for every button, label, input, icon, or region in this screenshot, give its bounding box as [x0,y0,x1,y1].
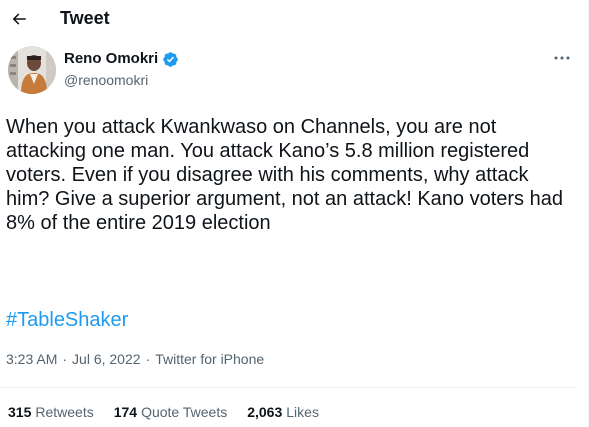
page-header: Tweet [0,0,588,38]
author-display-name[interactable]: Reno Omokri [64,50,158,68]
tweet-date[interactable]: Jul 6, 2022 [72,351,141,368]
avatar[interactable] [8,46,56,94]
retweets-stat[interactable]: 315 Retweets [8,404,94,421]
likes-count: 2,063 [247,404,283,420]
page-title: Tweet [60,8,110,28]
back-button[interactable] [6,6,32,32]
avatar-image [8,46,56,94]
quote-tweets-stat[interactable]: 174 Quote Tweets [114,404,228,421]
quote-tweets-label: Quote Tweets [141,404,228,420]
more-horizontal-icon [554,56,570,60]
tweet-time[interactable]: 3:23 AM [6,351,57,368]
tweet-source[interactable]: Twitter for iPhone [155,351,264,368]
divider [0,387,576,388]
tweet-meta: 3:23 AM · Jul 6, 2022 · Twitter for iPho… [6,351,264,368]
meta-separator: · [62,351,68,367]
retweets-label: Retweets [35,404,94,420]
retweets-count: 315 [8,404,32,420]
hashtag-link[interactable]: #TableShaker [6,308,128,332]
author-name-row[interactable]: Reno Omokri [64,50,179,68]
tweet-stats: 315 Retweets 174 Quote Tweets 2,063 Likes [8,404,339,421]
likes-label: Likes [286,404,319,420]
tweet-text: When you attack Kwankwaso on Channels, y… [6,116,563,234]
more-options-button[interactable] [552,50,572,66]
verified-badge-icon [163,51,178,67]
author-handle[interactable]: @renoomokri [64,72,148,89]
meta-separator: · [145,351,151,367]
tweet-page: Tweet Reno Omokri @renoomokri When you a… [0,0,589,427]
likes-stat[interactable]: 2,063 Likes [247,404,319,421]
arrow-left-icon [12,13,26,25]
quote-tweets-count: 174 [113,404,138,420]
